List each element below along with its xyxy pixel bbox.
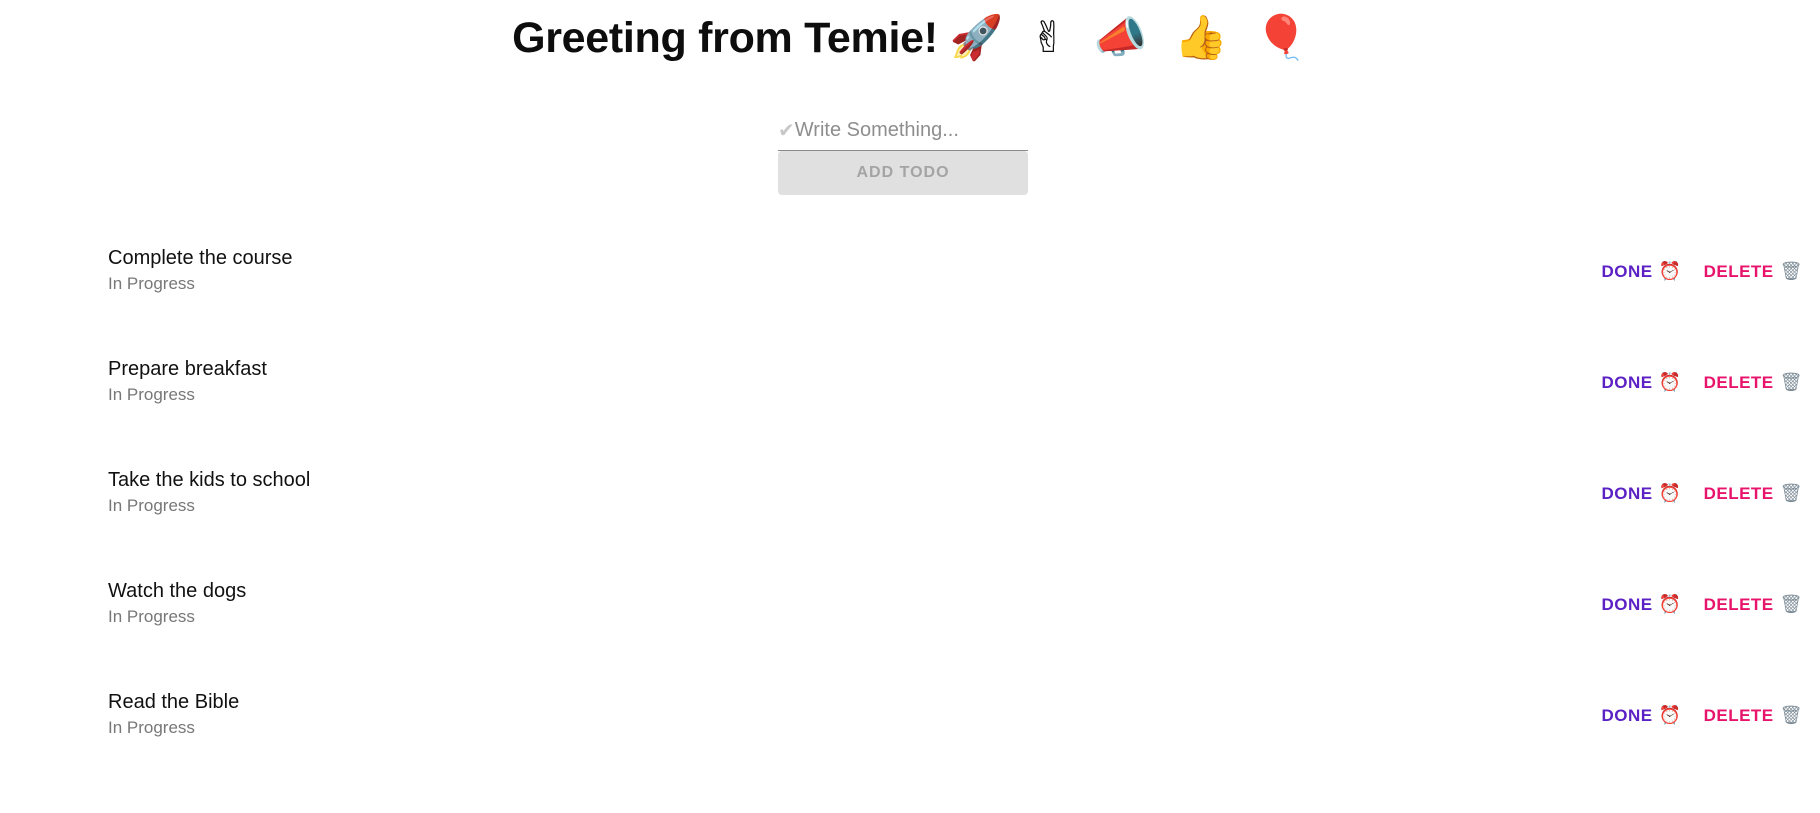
alarm-clock-icon: ⏰ bbox=[1658, 483, 1682, 504]
trash-can-icon: 🗑 bbox=[1779, 483, 1803, 504]
done-label: DONE bbox=[1601, 261, 1653, 281]
delete-label: DELETE bbox=[1703, 372, 1774, 392]
todo-status: In Progress bbox=[108, 274, 195, 293]
todo-text: Watch the dogs In Progress bbox=[108, 577, 246, 629]
delete-button[interactable]: DELETE 🗑 bbox=[1700, 257, 1807, 286]
todo-status: In Progress bbox=[108, 385, 195, 404]
check-icon: ✔ bbox=[778, 118, 795, 142]
alarm-clock-icon: ⏰ bbox=[1658, 372, 1682, 393]
todo-status: In Progress bbox=[108, 607, 195, 626]
title-emoji-icons: 🚀 ✌ 📣 👍 🎈 bbox=[949, 13, 1308, 63]
trash-can-icon: 🗑 bbox=[1779, 261, 1803, 282]
delete-label: DELETE bbox=[1703, 483, 1774, 503]
todo-actions: DONE ⏰ DELETE 🗑 bbox=[1598, 590, 1807, 619]
done-button[interactable]: DONE ⏰ bbox=[1598, 257, 1686, 286]
list-item: Take the kids to school In Progress DONE… bbox=[0, 452, 1820, 563]
todo-title: Prepare breakfast bbox=[108, 358, 267, 380]
todo-actions: DONE ⏰ DELETE 🗑 bbox=[1598, 368, 1807, 397]
todo-status: In Progress bbox=[108, 718, 195, 737]
todo-title: Watch the dogs bbox=[108, 580, 247, 602]
page-title-text: Greeting from Temie! bbox=[512, 14, 938, 62]
delete-button[interactable]: DELETE 🗑 bbox=[1700, 590, 1807, 619]
done-label: DONE bbox=[1601, 483, 1653, 503]
todo-title: Read the Bible bbox=[108, 691, 240, 713]
done-label: DONE bbox=[1601, 594, 1653, 614]
add-todo-button[interactable]: ADD TODO bbox=[778, 151, 1028, 195]
todo-actions: DONE ⏰ DELETE 🗑 bbox=[1598, 701, 1807, 730]
todo-title: Complete the course bbox=[108, 247, 293, 269]
done-button[interactable]: DONE ⏰ bbox=[1598, 368, 1686, 397]
todo-actions: DONE ⏰ DELETE 🗑 bbox=[1598, 479, 1807, 508]
list-item: Watch the dogs In Progress DONE ⏰ DELETE 🗑 bbox=[0, 563, 1820, 674]
list-item: Prepare breakfast In Progress DONE ⏰ DELE… bbox=[0, 341, 1820, 452]
delete-label: DELETE bbox=[1703, 705, 1774, 725]
trash-can-icon: 🗑 bbox=[1779, 705, 1803, 726]
todo-actions: DONE ⏰ DELETE 🗑 bbox=[1598, 257, 1807, 286]
delete-button[interactable]: DELETE 🗑 bbox=[1700, 701, 1807, 730]
todo-text: Prepare breakfast In Progress bbox=[108, 355, 267, 407]
done-button[interactable]: DONE ⏰ bbox=[1598, 701, 1686, 730]
list-item: Complete the course In Progress DONE ⏰ DE… bbox=[0, 230, 1820, 341]
done-button[interactable]: DONE ⏰ bbox=[1598, 479, 1686, 508]
page-title: Greeting from Temie! 🚀 ✌ 📣 👍 🎈 bbox=[0, 6, 1820, 70]
delete-button[interactable]: DELETE 🗑 bbox=[1700, 368, 1807, 397]
done-label: DONE bbox=[1601, 372, 1653, 392]
alarm-clock-icon: ⏰ bbox=[1658, 261, 1682, 282]
trash-can-icon: 🗑 bbox=[1779, 372, 1803, 393]
add-todo-form: ✔ ADD TODO bbox=[778, 110, 1060, 195]
alarm-clock-icon: ⏰ bbox=[1658, 594, 1682, 615]
trash-can-icon: 🗑 bbox=[1779, 594, 1803, 615]
todo-title: Take the kids to school bbox=[108, 469, 311, 491]
todo-app: Greeting from Temie!🚀 ✌ 📣 👍 🎈 ✔ ADD TODO… bbox=[0, 0, 1820, 813]
list-item: Read the Bible In Progress DONE ⏰ DELETE 🗑 bbox=[0, 674, 1820, 785]
todo-list: Complete the course In Progress DONE ⏰ DE… bbox=[0, 230, 1820, 785]
delete-label: DELETE bbox=[1703, 594, 1774, 614]
done-button[interactable]: DONE ⏰ bbox=[1598, 590, 1686, 619]
todo-text: Read the Bible In Progress bbox=[108, 688, 239, 740]
done-label: DONE bbox=[1601, 705, 1653, 725]
todo-text: Take the kids to school In Progress bbox=[108, 466, 310, 518]
todo-input-wrapper: ✔ bbox=[778, 110, 1060, 151]
delete-button[interactable]: DELETE 🗑 bbox=[1700, 479, 1807, 508]
todo-input[interactable] bbox=[794, 111, 1060, 149]
alarm-clock-icon: ⏰ bbox=[1658, 705, 1682, 726]
todo-status: In Progress bbox=[108, 496, 195, 515]
todo-text: Complete the course In Progress bbox=[108, 244, 293, 296]
delete-label: DELETE bbox=[1703, 261, 1774, 281]
